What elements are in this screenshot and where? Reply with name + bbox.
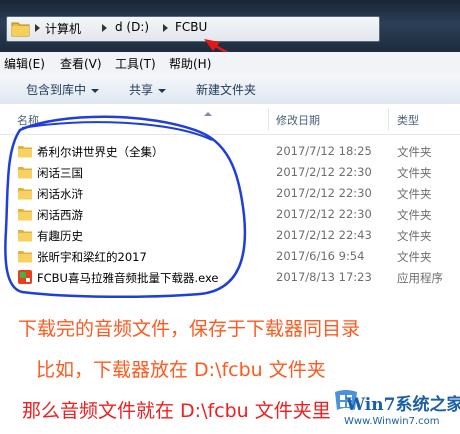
annotation-line-2: 比如，下载器放在 D:\fcbu 文件夹 [36,359,326,381]
watermark: Win7系统之家 Www.Winwin7.com [330,382,460,434]
watermark-site: Win7系统之家 [346,395,460,415]
annotation-line-3: 那么音频文件就在 D:\fcbu 文件夹里 [22,400,331,422]
watermark-url: Www.Winwin7.com [344,416,440,427]
annotation-line-1: 下载完的音频文件，保存于下载器同目录 [18,318,361,340]
